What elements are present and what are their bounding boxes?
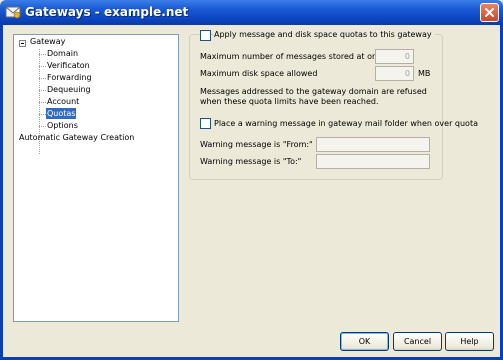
max-messages-label: Maximum number of messages stored at onc… — [200, 52, 387, 61]
tree-item-forwarding[interactable]: Forwarding — [46, 72, 93, 83]
tree-item-domain[interactable]: Domain — [46, 48, 79, 59]
apply-quotas-label[interactable]: Apply message and disk space quotas to t… — [214, 30, 435, 40]
window-frame-left — [0, 25, 3, 360]
warning-to-label: Warning message is "To:" — [200, 157, 302, 166]
tree-item-verification[interactable]: Verificaton — [46, 60, 91, 71]
tree-connector — [39, 90, 46, 91]
tree-item-automatic-gateway-creation[interactable]: Automatic Gateway Creation — [18, 132, 135, 143]
title-bar[interactable]: Gateways - example.net — [0, 0, 503, 25]
close-icon — [485, 8, 494, 17]
close-button[interactable] — [480, 3, 499, 22]
max-disk-input[interactable]: 0 — [375, 66, 414, 81]
ok-button[interactable]: OK — [340, 332, 389, 351]
tree-item-quotas[interactable]: Quotas — [46, 108, 77, 119]
tree-item-dequeuing[interactable]: Dequeuing — [46, 84, 92, 95]
warning-message-checkbox[interactable] — [200, 118, 211, 129]
warning-message-label[interactable]: Place a warning message in gateway mail … — [214, 119, 478, 129]
tree-connector — [39, 102, 46, 103]
gateway-app-icon — [5, 4, 21, 20]
warning-to-input[interactable] — [316, 154, 430, 169]
warning-from-input[interactable] — [316, 137, 430, 152]
max-messages-input[interactable]: 0 — [375, 49, 414, 64]
tree-connector — [39, 54, 46, 55]
help-button[interactable]: Help — [445, 332, 494, 351]
gateways-dialog: Gateways - example.net Gateway Domain Ve… — [0, 0, 503, 360]
tree-connector — [39, 114, 46, 115]
quota-refuse-note: Messages addressed to the gateway domain… — [200, 87, 427, 106]
apply-quotas-checkbox[interactable] — [200, 30, 211, 41]
warning-from-label: Warning message is "From:" — [200, 140, 313, 149]
collapse-icon[interactable] — [19, 40, 26, 47]
max-disk-label: Maximum disk space allowed — [200, 69, 318, 78]
max-disk-unit: MB — [418, 69, 431, 78]
tree-connector — [39, 66, 46, 67]
tree-connector — [39, 126, 46, 127]
tree-connector — [39, 78, 46, 79]
tree-item-options[interactable]: Options — [46, 120, 79, 131]
cancel-button[interactable]: Cancel — [393, 332, 442, 351]
settings-tree[interactable]: Gateway Domain Verificaton Forwarding De… — [13, 34, 179, 322]
tree-item-account[interactable]: Account — [46, 96, 80, 107]
window-title: Gateways - example.net — [25, 5, 189, 19]
tree-item-gateway[interactable]: Gateway — [29, 36, 66, 47]
